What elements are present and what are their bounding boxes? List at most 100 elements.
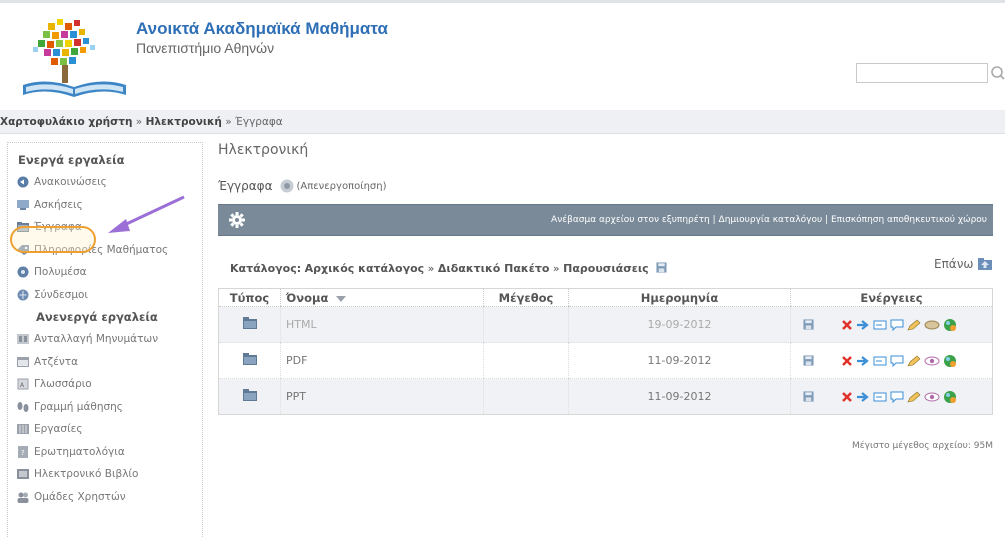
column-header-actions: Ενέργειες [790, 288, 993, 307]
file-name[interactable]: PPT [280, 378, 484, 415]
delete-icon[interactable] [841, 355, 853, 367]
publish-icon[interactable] [943, 390, 957, 404]
documents-label: Έγγραφα [218, 179, 273, 193]
file-actions [790, 306, 993, 343]
breadcrumb: Χαρτοφυλάκιο χρήστη » Ηλεκτρονική » Έγγρ… [0, 110, 1005, 134]
sidebar-item-assignments[interactable]: Εργασίες [8, 418, 202, 441]
column-header-size: Μέγεθος [483, 288, 569, 307]
toolbar-links: Ανέβασμα αρχείου στον εξυπηρέτη | Δημιου… [551, 215, 987, 225]
sidebar-item-ebook[interactable]: Ηλεκτρονικό Βιβλίο [8, 463, 202, 486]
ebook-icon [17, 469, 29, 480]
directory-level1-link[interactable]: Διδακτικό Πακέτο [438, 262, 550, 275]
file-actions [790, 378, 993, 415]
table-row[interactable]: PPT 11-09-2012 [218, 378, 993, 415]
sidebar-item-label: Ανακοινώσεις [34, 176, 107, 189]
max-file-size: Μέγιστο μέγεθος αρχείου: 95M [851, 441, 993, 451]
sidebar-item-label: Εργασίες [34, 423, 83, 436]
breadcrumb-portfolio[interactable]: Χαρτοφυλάκιο χρήστη [0, 116, 132, 128]
storage-overview-link[interactable]: Επισκόπηση αποθηκευτικού χώρου [831, 215, 987, 225]
messages-icon [17, 334, 29, 345]
rename-icon[interactable] [873, 355, 887, 367]
exercises-icon [17, 199, 29, 210]
toolbar-separator: | [709, 215, 719, 225]
sidebar-item-announcements[interactable]: Ανακοινώσεις [8, 171, 202, 194]
create-folder-link[interactable]: Δημιουργία καταλόγου [719, 215, 823, 225]
table-row[interactable]: HTML 19-09-2012 [218, 306, 993, 343]
rename-icon[interactable] [873, 391, 887, 403]
table-header-row: Τύπος Όνομα Μέγεθος Ημερομηνία Ενέργειες [218, 288, 993, 307]
save-icon[interactable] [803, 391, 814, 402]
folder-icon [242, 353, 257, 365]
sort-down-icon[interactable] [336, 295, 347, 302]
directory-root-link[interactable]: Αρχικός κατάλογος [305, 262, 425, 275]
table-row[interactable]: PDF 11-09-2012 [218, 342, 993, 379]
inactive-tools-heading: Ανενεργά εργαλεία [36, 310, 158, 324]
save-icon[interactable] [803, 355, 814, 366]
visibility-icon[interactable] [924, 391, 940, 403]
directory-separator: » [549, 262, 564, 275]
delete-icon[interactable] [841, 391, 853, 403]
save-icon[interactable] [656, 262, 667, 273]
column-header-name-label: Όνομα [286, 290, 329, 305]
directory-level2-link[interactable]: Παρουσιάσεις [563, 262, 649, 275]
toolbar: Ανέβασμα αρχείου στον εξυπηρέτη | Δημιου… [218, 204, 993, 236]
visibility-icon[interactable] [924, 319, 940, 331]
comment-icon[interactable] [890, 391, 904, 403]
up-directory-link[interactable]: Επάνω [934, 256, 993, 272]
folder-icon [242, 317, 257, 329]
sidebar-item-user-groups[interactable]: Ομάδες Χρηστών [8, 486, 202, 509]
site-title[interactable]: Ανοικτά Ακαδημαϊκά Μαθήματα [136, 19, 388, 39]
file-actions [790, 342, 993, 379]
move-icon[interactable] [856, 355, 870, 367]
edit-icon[interactable] [907, 319, 921, 331]
breadcrumb-current: Έγγραφα [235, 116, 283, 128]
settings-icon[interactable] [228, 211, 246, 229]
sidebar-item-questionnaire[interactable]: ? Ερωτηματολόγια [8, 441, 202, 464]
links-icon [17, 289, 29, 301]
publish-icon[interactable] [943, 354, 957, 368]
delete-icon[interactable] [841, 319, 853, 331]
folder-up-icon [978, 258, 993, 270]
sidebar-item-multimedia[interactable]: Πολυμέσα [8, 261, 202, 284]
file-name[interactable]: PDF [280, 342, 484, 379]
up-label: Επάνω [934, 257, 974, 271]
sidebar-item-label: Γλωσσάριο [34, 378, 92, 391]
edit-icon[interactable] [907, 391, 921, 403]
comment-icon[interactable] [890, 355, 904, 367]
column-header-name[interactable]: Όνομα [280, 288, 484, 307]
sidebar-item-label: Ομάδες Χρηστών [34, 490, 126, 503]
visibility-toggle-icon[interactable] [279, 178, 295, 194]
logo-icon [23, 19, 126, 97]
user-groups-icon [17, 492, 29, 503]
directory-path: Κατάλογος: Αρχικός κατάλογος » Διδακτικό… [230, 262, 667, 275]
edit-icon[interactable] [907, 355, 921, 367]
file-name[interactable]: HTML [280, 306, 484, 343]
breadcrumb-separator: » [132, 116, 146, 128]
rename-icon[interactable] [873, 319, 887, 331]
comment-icon[interactable] [890, 319, 904, 331]
deactivate-link[interactable]: (Απενεργοποίηση) [297, 181, 387, 192]
save-icon[interactable] [803, 319, 814, 330]
move-icon[interactable] [856, 319, 870, 331]
file-date: 11-09-2012 [568, 378, 791, 415]
file-date: 19-09-2012 [568, 306, 791, 343]
sidebar-item-learning-path[interactable]: Γραμμή μάθησης [8, 396, 202, 419]
multimedia-icon [17, 266, 29, 278]
breadcrumb-course[interactable]: Ηλεκτρονική [146, 116, 222, 128]
sidebar-item-messages[interactable]: Ανταλλαγή Μηνυμάτων [8, 328, 202, 351]
search-input[interactable] [856, 63, 988, 83]
active-tools-heading: Ενεργά εργαλεία [18, 153, 125, 167]
sidebar-item-glossary[interactable]: A Γλωσσάριο [8, 373, 202, 396]
file-table: Τύπος Όνομα Μέγεθος Ημερομηνία Ενέργειες… [218, 288, 993, 415]
search-icon[interactable] [990, 65, 1005, 80]
publish-icon[interactable] [943, 318, 957, 332]
sidebar-item-agenda[interactable]: Ατζέντα [8, 351, 202, 374]
glossary-icon: A [17, 378, 29, 390]
agenda-icon [17, 356, 29, 367]
sidebar-item-links[interactable]: Σύνδεσμοι [8, 284, 202, 307]
sidebar-item-label: Ασκήσεις [34, 198, 83, 211]
course-title: Ηλεκτρονική [218, 142, 309, 158]
visibility-icon[interactable] [924, 355, 940, 367]
upload-file-link[interactable]: Ανέβασμα αρχείου στον εξυπηρέτη [551, 215, 710, 225]
move-icon[interactable] [856, 391, 870, 403]
